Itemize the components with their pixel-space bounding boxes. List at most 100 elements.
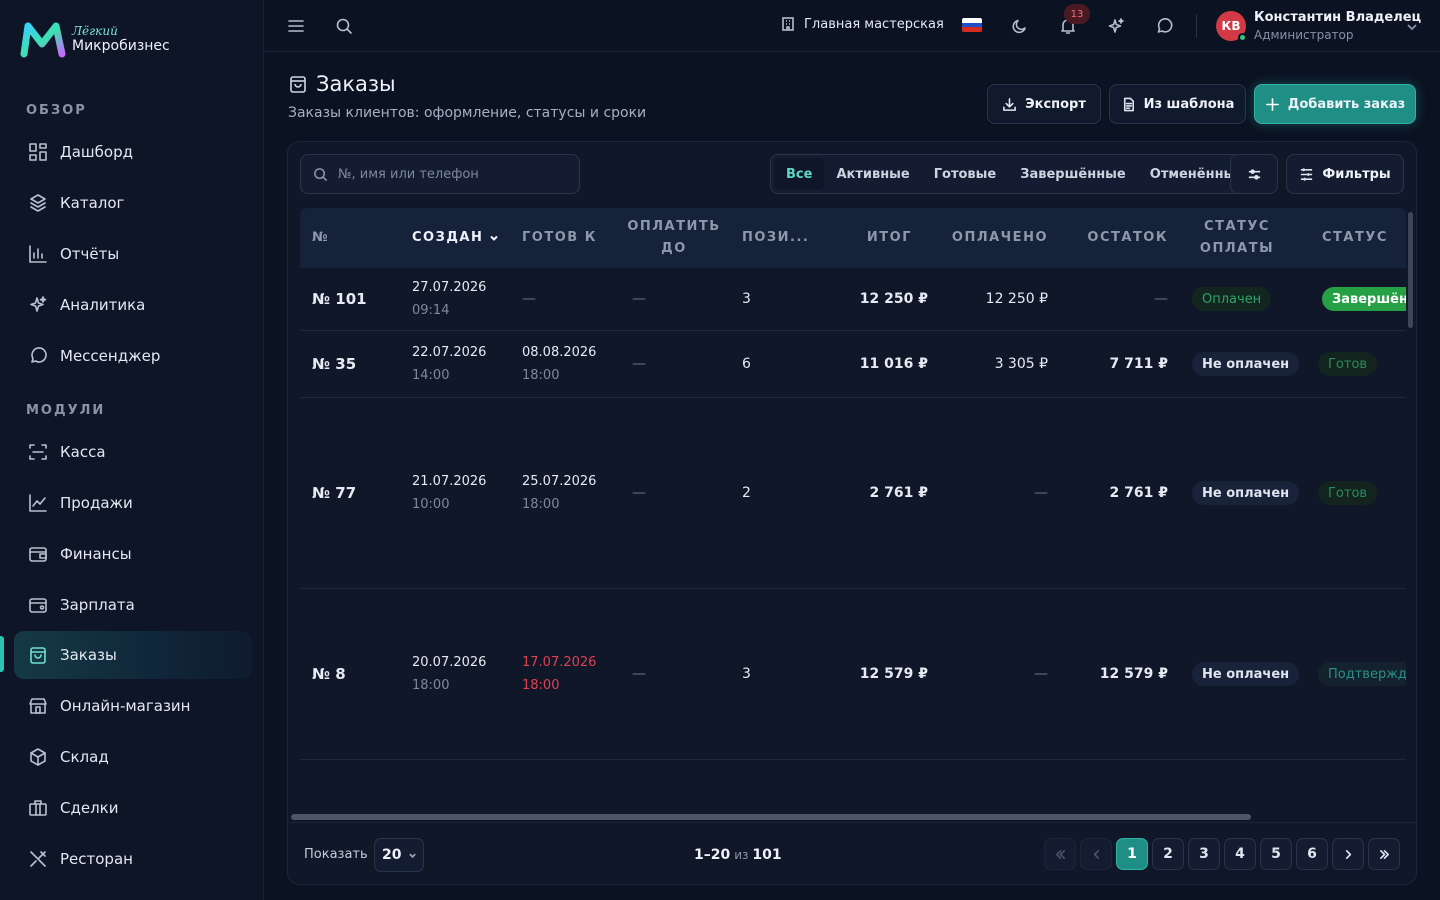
sidebar-item-messenger[interactable]: Мессенджер <box>14 332 252 380</box>
sidebar-item-analytics[interactable]: Аналитика <box>14 281 252 329</box>
status-badge[interactable]: Готов <box>1318 481 1378 505</box>
order-number[interactable]: № 101 <box>312 268 367 330</box>
page-button-6[interactable]: 6 <box>1296 838 1328 870</box>
table-row[interactable]: № 8 20.07.2026 18:00 17.07.2026 18:00 — 3 … <box>300 589 1406 760</box>
sidebar-item-reports[interactable]: Отчёты <box>14 230 252 278</box>
order-rest: — <box>1154 291 1168 307</box>
col-positions[interactable]: ПОЗИ... <box>742 208 810 268</box>
sidebar-item-sales[interactable]: Продажи <box>14 479 252 527</box>
page-title-text: Заказы <box>316 72 396 96</box>
export-button[interactable]: Экспорт <box>987 84 1101 124</box>
created-time: 18:00 <box>412 678 450 693</box>
sidebar-item-dashboard[interactable]: Дашборд <box>14 128 252 176</box>
sidebar-item-label: Дашборд <box>60 143 133 161</box>
tab-completed[interactable]: Завершённые <box>1008 158 1138 190</box>
col-status[interactable]: СТАТУС <box>1322 208 1406 268</box>
column-settings-button[interactable] <box>1230 154 1278 194</box>
page-button-2[interactable]: 2 <box>1152 838 1184 870</box>
sidebar-item-online-store[interactable]: Онлайн-магазин <box>14 682 252 730</box>
order-number[interactable]: № 77 <box>312 398 356 588</box>
range-value: 1–20 <box>694 847 731 863</box>
from-template-button[interactable]: Из шаблона <box>1109 84 1246 124</box>
search-input[interactable] <box>338 166 568 182</box>
col-paid[interactable]: ОПЛАЧЕНО <box>940 208 1048 268</box>
logo-icon <box>20 22 66 58</box>
status-cell: Готов <box>1318 331 1378 397</box>
table-row[interactable]: № 77 21.07.2026 10:00 25.07.2026 18:00 — 2… <box>300 398 1406 589</box>
app-logo[interactable]: Лёгкий Микробизнес <box>20 20 170 58</box>
prev-page-button[interactable] <box>1080 838 1112 870</box>
sliders-icon <box>1248 168 1260 180</box>
theme-toggle-button[interactable] <box>1008 14 1032 38</box>
payment-status-cell: Не оплачен <box>1192 398 1300 588</box>
page-title: Заказы <box>288 72 396 96</box>
status-badge[interactable]: Подтвержд <box>1318 662 1406 686</box>
page-button-4[interactable]: 4 <box>1224 838 1256 870</box>
sidebar-item-restaurant[interactable]: Ресторан <box>14 835 252 883</box>
order-number[interactable]: № 8 <box>312 589 346 759</box>
order-total: 11 016 ₽ <box>859 356 928 372</box>
table-row[interactable]: № 35 22.07.2026 14:00 08.08.2026 18:00 — 6… <box>300 331 1406 398</box>
order-paid: 12 250 ₽ <box>985 291 1048 307</box>
chat-button[interactable] <box>1152 14 1176 38</box>
col-pay-by[interactable]: ОПЛАТИТЬ ДО <box>626 208 722 268</box>
restaurant-icon <box>30 851 46 867</box>
store-icon <box>29 698 47 714</box>
filters-button[interactable]: Фильтры <box>1286 154 1404 194</box>
col-number[interactable]: № <box>312 208 392 268</box>
search-field[interactable] <box>300 154 580 194</box>
first-page-button[interactable] <box>1044 838 1076 870</box>
last-page-button[interactable] <box>1368 838 1400 870</box>
vertical-scrollbar[interactable] <box>1408 212 1413 328</box>
next-page-button[interactable] <box>1332 838 1364 870</box>
sidebar-item-label: Продажи <box>60 494 133 512</box>
col-payment-status-label: СТАТУС ОПЛАТЫ <box>1200 216 1274 260</box>
workshop-selector[interactable]: Главная мастерская <box>780 16 944 32</box>
sidebar-item-deals[interactable]: Сделки <box>14 784 252 832</box>
col-ready-by[interactable]: ГОТОВ К <box>522 208 612 268</box>
col-created[interactable]: СОЗДАН <box>412 208 512 268</box>
table-footer: Показать 20 1–20 из 101 1 2 3 4 5 6 <box>288 822 1416 884</box>
sidebar-item-catalog[interactable]: Каталог <box>14 179 252 227</box>
status-badge[interactable]: Готов <box>1318 352 1378 376</box>
search-icon <box>314 167 328 181</box>
created-date: 27.07.2026 09:14 <box>412 268 486 330</box>
chevrons-left-icon <box>1055 849 1065 859</box>
tab-ready[interactable]: Готовые <box>922 158 1008 190</box>
ready-day: 25.07.2026 <box>522 474 597 489</box>
table-row[interactable]: № 101 27.07.2026 09:14 — — 3 12 250 ₽ 12 … <box>300 268 1406 331</box>
sidebar-item-finance[interactable]: Финансы <box>14 530 252 578</box>
user-menu-toggle[interactable] <box>1406 18 1418 37</box>
page-button-5[interactable]: 5 <box>1260 838 1292 870</box>
language-flag-button[interactable] <box>962 18 982 32</box>
tab-active[interactable]: Активные <box>824 158 921 190</box>
global-search-button[interactable] <box>332 14 356 38</box>
user-name[interactable]: Константин Владелец <box>1254 10 1421 25</box>
sidebar-item-warehouse[interactable]: Склад <box>14 733 252 781</box>
logo-subtitle: Лёгкий <box>72 24 118 38</box>
sales-icon <box>29 494 47 512</box>
page-button-3[interactable]: 3 <box>1188 838 1220 870</box>
positions-count: 6 <box>742 356 751 372</box>
sidebar-item-label: Финансы <box>60 545 132 563</box>
order-number[interactable]: № 35 <box>312 331 356 397</box>
col-rest[interactable]: ОСТАТОК <box>1070 208 1168 268</box>
pay-by-date: — <box>632 356 646 372</box>
status-cell: Завершён <box>1322 268 1406 330</box>
sidebar-item-label: Склад <box>60 748 109 766</box>
sidebar-item-orders[interactable]: Заказы <box>14 631 252 679</box>
order-rest: 2 761 ₽ <box>1109 485 1168 501</box>
page-button-1[interactable]: 1 <box>1116 838 1148 870</box>
ai-assistant-button[interactable] <box>1104 14 1128 38</box>
page-size-select[interactable]: 20 <box>374 838 424 872</box>
sidebar-item-cashbox[interactable]: Касса <box>14 428 252 476</box>
tab-all[interactable]: Все <box>774 158 825 190</box>
menu-toggle-button[interactable] <box>284 14 308 38</box>
col-pay-by-line1: ОПЛАТИТЬ <box>627 219 721 234</box>
horizontal-scrollbar[interactable] <box>291 814 1251 820</box>
col-total[interactable]: ИТОГ <box>820 208 912 268</box>
status-badge[interactable]: Завершён <box>1322 287 1406 311</box>
col-payment-status[interactable]: СТАТУС ОПЛАТЫ <box>1182 208 1292 268</box>
sidebar-item-salary[interactable]: Зарплата <box>14 581 252 629</box>
add-order-button[interactable]: Добавить заказ <box>1254 84 1416 124</box>
